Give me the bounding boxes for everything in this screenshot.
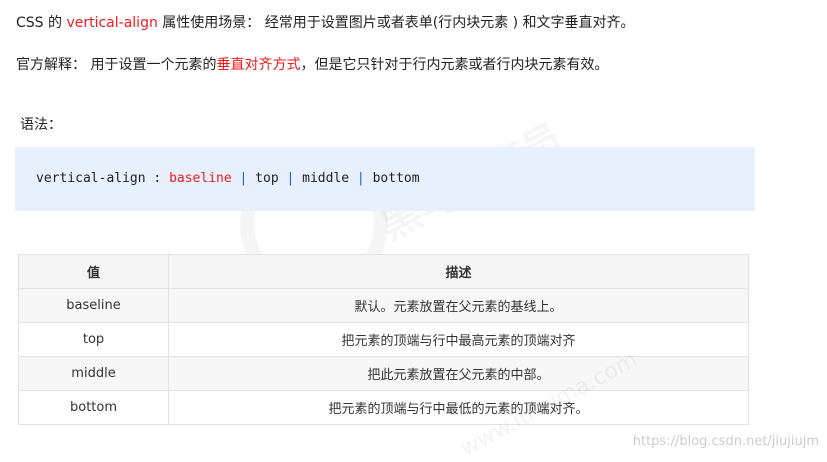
cell-value: top bbox=[18, 322, 169, 357]
table-header-row: 值描述 bbox=[18, 254, 749, 289]
cell-description: 把元素的顶端与行中最低的元素的顶端对齐。 bbox=[168, 390, 749, 425]
watermark-url: https://blog.csdn.net/jiujiujm bbox=[632, 434, 819, 449]
intro-suffix: 属性使用场景： 经常用于设置图片或者表单(行内块元素 ) 和文字垂直对齐。 bbox=[157, 15, 635, 31]
cell-value: middle bbox=[18, 356, 169, 391]
header-value: 值 bbox=[18, 254, 169, 289]
explain-suffix: ，但是它只针对于行内元素或者行内块元素有效。 bbox=[300, 57, 609, 73]
code-property: vertical-align : bbox=[36, 171, 170, 186]
code-value: middle bbox=[302, 171, 350, 186]
code-separator: | bbox=[231, 171, 256, 186]
cell-value: baseline bbox=[18, 288, 169, 323]
code-separator: | bbox=[349, 171, 373, 186]
code-value: baseline bbox=[169, 171, 232, 186]
values-table: 值描述 baseline 默认。元素放置在父元素的基线上。 top 把元素的顶端与行… bbox=[18, 254, 749, 425]
code-separator: | bbox=[278, 171, 303, 186]
table-row: top 把元素的顶端与行中最高元素的顶端对齐 bbox=[18, 322, 749, 357]
intro-paragraph: CSS 的 vertical-align 属性使用场景： 经常用于设置图片或者表… bbox=[16, 12, 635, 32]
code-block: vertical-align : baseline | top | middle… bbox=[15, 147, 755, 211]
cell-description: 把此元素放置在父元素的中部。 bbox=[168, 356, 749, 391]
cell-description: 把元素的顶端与行中最高元素的顶端对齐 bbox=[168, 322, 749, 357]
explain-highlight: 垂直对齐方式 bbox=[216, 57, 301, 73]
cell-value: bottom bbox=[18, 390, 169, 425]
intro-prefix: CSS 的 bbox=[16, 15, 67, 31]
cell-description: 默认。元素放置在父元素的基线上。 bbox=[168, 288, 749, 323]
table-row: bottom 把元素的顶端与行中最低的元素的顶端对齐。 bbox=[18, 390, 749, 425]
explain-paragraph: 官方解释： 用于设置一个元素的垂直对齐方式，但是它只针对于行内元素或者行内块元素… bbox=[16, 54, 608, 74]
table-row: baseline 默认。元素放置在父元素的基线上。 bbox=[18, 288, 749, 323]
intro-keyword: vertical-align bbox=[66, 15, 158, 31]
table-row: middle 把此元素放置在父元素的中部。 bbox=[18, 356, 749, 391]
explain-prefix: 官方解释： 用于设置一个元素的 bbox=[16, 57, 217, 73]
code-value: top bbox=[255, 171, 279, 186]
code-value: bottom bbox=[372, 171, 420, 186]
header-description: 描述 bbox=[168, 254, 749, 289]
syntax-label: 语法： bbox=[20, 117, 62, 133]
